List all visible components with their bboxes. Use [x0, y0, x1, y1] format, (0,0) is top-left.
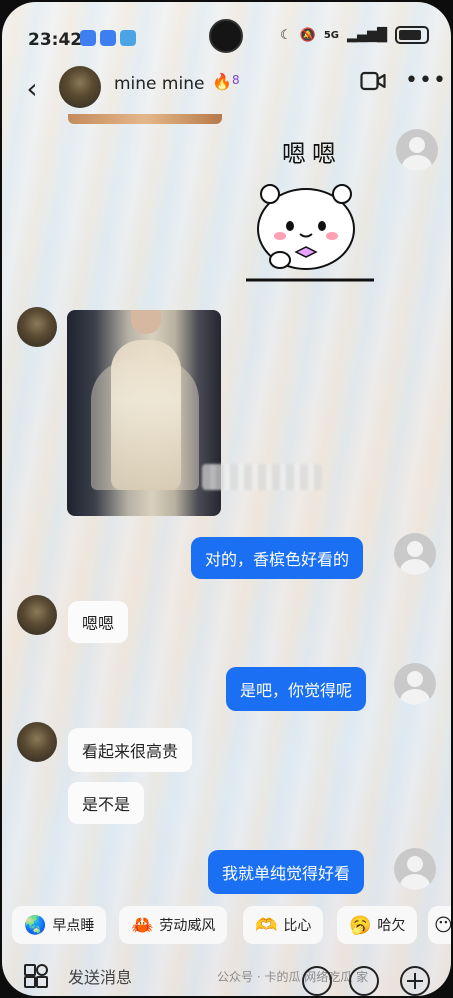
chat-header: ‹ mine mine 🔥 8 •••: [2, 62, 451, 110]
emoji-picker-icon[interactable]: [349, 966, 379, 996]
blurred-region: [202, 464, 322, 490]
message-composer: 发送消息 公众号 · 卡的瓜 网络吃瓜 家: [2, 950, 451, 996]
flame-count: 8: [232, 73, 240, 87]
quick-reply-chip[interactable]: 🦀 劳动威风: [119, 906, 228, 944]
status-app-icons: [80, 30, 136, 46]
status-right: ☾ 🔕 5G ▂▄▆█: [280, 26, 429, 44]
my-avatar[interactable]: [396, 129, 438, 171]
back-arrow-icon[interactable]: ‹: [20, 72, 44, 105]
their-message-bubble[interactable]: 嗯嗯: [68, 601, 129, 643]
received-photo[interactable]: [67, 310, 221, 516]
contact-avatar-small[interactable]: [17, 595, 57, 635]
notification-app-icon: [100, 30, 116, 46]
phone-screen: 23:42 ☾ 🔕 5G ▂▄▆█ ‹ mine mine 🔥 8 ••• 嗯嗯: [2, 2, 451, 996]
bear-sticker-image: [246, 184, 374, 282]
watermark-text: 公众号 · 卡的瓜 网络吃瓜 家: [217, 970, 369, 984]
yawn-emoji-icon: 🥱: [349, 914, 372, 936]
my-message-bubble[interactable]: 我就单纯觉得好看: [208, 850, 365, 894]
quick-reply-chip[interactable]: 🥱 哈欠: [337, 906, 418, 944]
battery-icon: [395, 26, 429, 44]
previous-image-edge: [68, 114, 222, 124]
mute-icon: 🔕: [299, 27, 316, 43]
contact-avatar-small[interactable]: [17, 307, 57, 347]
quick-reply-label: 哈欠: [377, 918, 406, 934]
sticker-message[interactable]: 嗯嗯: [246, 134, 376, 284]
quick-reply-label: 早点睡: [52, 918, 95, 934]
heart-hands-emoji-icon: 🫶: [255, 914, 278, 936]
crab-emoji-icon: 🦀: [131, 914, 154, 936]
status-bar: 23:42 ☾ 🔕 5G ▂▄▆█: [2, 2, 451, 54]
signal-label: 5G: [323, 29, 339, 41]
notification-app-icon: [120, 30, 136, 46]
quick-reply-label: 比心: [283, 918, 312, 934]
voice-input-icon[interactable]: [302, 966, 332, 996]
video-call-icon[interactable]: [360, 70, 386, 92]
contact-avatar-small[interactable]: [17, 722, 57, 762]
quick-reply-chip[interactable]: 🌏 早点睡: [12, 906, 107, 944]
apps-grid-icon[interactable]: [24, 964, 48, 988]
my-avatar[interactable]: [394, 533, 436, 575]
photo-dress: [111, 340, 181, 490]
quick-reply-label: 劳动威风: [159, 918, 216, 934]
signal-icon: ▂▄▆█: [347, 27, 387, 43]
my-avatar[interactable]: [394, 663, 436, 705]
contact-avatar[interactable]: [59, 66, 101, 108]
more-emoji-icon: 😶: [434, 914, 451, 936]
notification-app-icon: [80, 30, 96, 46]
their-message-bubble[interactable]: 是不是: [68, 782, 145, 824]
more-options-icon[interactable]: •••: [405, 68, 447, 93]
moon-icon: ☾: [279, 27, 292, 43]
my-avatar[interactable]: [394, 848, 436, 890]
add-attachment-icon[interactable]: [400, 966, 430, 996]
quick-reply-chip[interactable]: 🫶 比心: [243, 906, 324, 944]
photo-chin: [131, 310, 161, 334]
quick-reply-bar: 🌏 早点睡 🦀 劳动威风 🫶 比心 🥱 哈欠 😶: [2, 902, 451, 946]
contact-name[interactable]: mine mine: [114, 74, 204, 94]
flame-icon: 🔥: [212, 72, 232, 91]
their-message-bubble[interactable]: 看起来很高贵: [68, 728, 193, 772]
status-time: 23:42: [28, 30, 83, 50]
sleep-emoji-icon: 🌏: [24, 914, 47, 936]
my-message-bubble[interactable]: 对的，香槟色好看的: [191, 537, 364, 579]
my-message-bubble[interactable]: 是吧，你觉得呢: [226, 667, 367, 711]
front-camera: [209, 19, 243, 53]
quick-reply-chip[interactable]: 😶: [428, 906, 451, 944]
